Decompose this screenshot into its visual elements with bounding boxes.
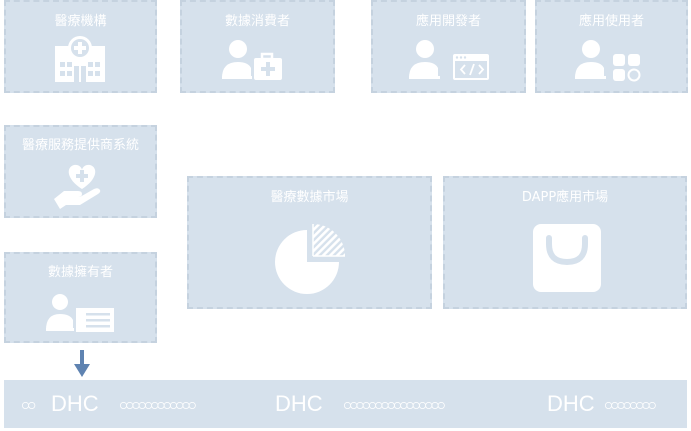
shopping-bag-icon bbox=[533, 224, 601, 292]
data-market-label: 醫療數據市場 bbox=[270, 190, 349, 205]
user-apps-icon bbox=[575, 40, 641, 82]
dapp-market-node: DAPP應用市場 bbox=[443, 176, 687, 309]
chain-links-3: ထထထထထထထထ bbox=[343, 395, 445, 413]
data-consumer-node: 數據消費者 bbox=[180, 0, 335, 93]
user-document-icon bbox=[46, 294, 114, 332]
chain-label-1: DHC bbox=[51, 391, 99, 416]
chain-links-1: ထ bbox=[21, 395, 35, 413]
data-owner-node: 數據擁有者 bbox=[4, 252, 157, 343]
data-market-node: 醫療數據市場 bbox=[187, 176, 432, 309]
app-user-label: 應用使用者 bbox=[578, 14, 644, 29]
dapp-market-label: DAPP應用市場 bbox=[521, 190, 609, 205]
dhc-chain-bar: ထ DHC ထထထထထထ DHC ထထထထထထထထ DHC ထထထထ bbox=[4, 380, 687, 428]
medical-institution-label: 醫療機構 bbox=[54, 14, 107, 29]
chain-label-3: DHC bbox=[547, 391, 595, 416]
service-provider-system-label: 醫療服務提供商系統 bbox=[21, 138, 139, 153]
chain-links-2: ထထထထထထ bbox=[119, 395, 196, 413]
heart-hand-icon bbox=[54, 164, 101, 209]
app-developer-label: 應用開發者 bbox=[415, 14, 481, 29]
data-consumer-label: 數據消費者 bbox=[224, 14, 290, 29]
hospital-icon bbox=[55, 36, 105, 82]
app-user-node: 應用使用者 bbox=[535, 0, 688, 93]
data-owner-label: 數據擁有者 bbox=[47, 265, 113, 280]
app-developer-node: 應用開發者 bbox=[371, 0, 526, 93]
chain-label-2: DHC bbox=[275, 391, 323, 416]
medical-institution-node: 醫療機構 bbox=[4, 0, 157, 93]
user-code-icon bbox=[409, 40, 489, 80]
pie-chart-icon bbox=[275, 224, 345, 294]
user-medkit-icon bbox=[222, 40, 282, 80]
down-arrow-icon bbox=[74, 350, 90, 377]
service-provider-system-node: 醫療服務提供商系統 bbox=[4, 125, 157, 218]
chain-links-4: ထထထထ bbox=[604, 395, 656, 413]
